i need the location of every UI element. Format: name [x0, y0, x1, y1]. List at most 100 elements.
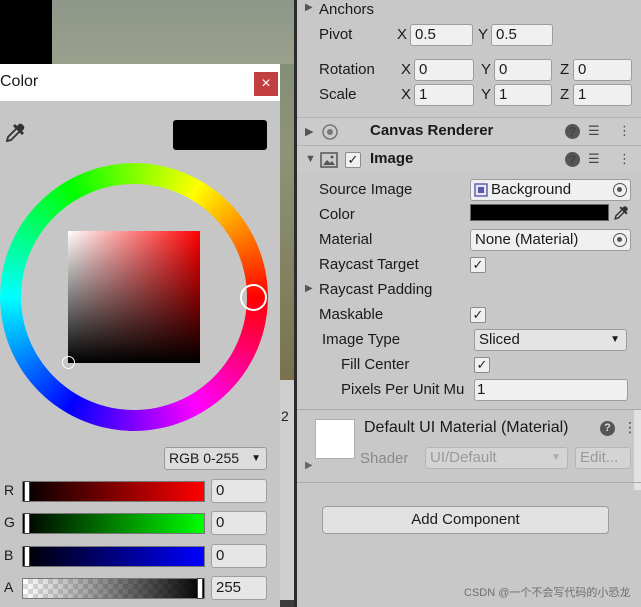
scale-y-axis: Y	[481, 86, 492, 103]
image-enabled-checkbox[interactable]: ✓	[345, 152, 361, 168]
alpha-value-field[interactable]: 255	[211, 576, 267, 600]
channel-label: B	[4, 547, 14, 563]
source-image-label: Source Image	[319, 181, 413, 198]
material-preview-title: Default UI Material (Material)	[364, 419, 569, 436]
eyedropper-icon[interactable]	[4, 122, 26, 144]
chevron-down-icon: ▼	[251, 453, 261, 464]
chevron-down-icon: ▼	[551, 452, 561, 463]
help-icon[interactable]: ?	[600, 421, 615, 436]
pixels-per-unit-field[interactable]: 1	[474, 379, 628, 401]
channel-label: R	[4, 482, 15, 498]
material-preview-thumbnail	[315, 419, 355, 459]
foldout-arrow-icon[interactable]: ▼	[305, 153, 316, 165]
foldout-arrow-icon[interactable]: ▶	[305, 2, 313, 13]
anchors-label[interactable]: Anchors	[319, 1, 374, 18]
preset-icon[interactable]: ☰	[588, 151, 600, 167]
raycast-target-checkbox[interactable]: ✓	[470, 257, 486, 273]
channel-label: G	[4, 514, 15, 530]
object-picker-icon[interactable]	[613, 233, 627, 247]
more-options-icon[interactable]: ⋮	[618, 123, 631, 139]
pivot-x-axis: X	[397, 26, 408, 43]
watermark: CSDN @一个不会写代码的小恐龙	[464, 587, 631, 599]
foldout-arrow-icon[interactable]: ▶	[305, 283, 313, 294]
rotation-y-axis: Y	[481, 61, 492, 78]
scale-z-field[interactable]: 1	[573, 84, 632, 106]
component-title: Canvas Renderer	[370, 122, 494, 139]
raycast-padding-label[interactable]: Raycast Padding	[319, 281, 432, 298]
material-field[interactable]: None (Material)	[470, 229, 631, 251]
rotation-z-axis: Z	[560, 61, 570, 78]
help-icon[interactable]: ?	[565, 152, 580, 167]
maskable-label: Maskable	[319, 306, 384, 323]
chevron-down-icon: ▼	[610, 334, 620, 345]
current-color-swatch	[173, 120, 267, 150]
separator	[297, 482, 641, 483]
image-type-label: Image Type	[322, 331, 401, 348]
image-icon	[320, 152, 338, 168]
color-field[interactable]	[470, 204, 609, 221]
alpha-slider[interactable]	[22, 578, 205, 599]
channel-row-a: A 255	[0, 576, 280, 600]
color-picker-window: Color × RGB 0-255 ▼ R 0 G 0 B 0 A 255	[0, 64, 280, 607]
shader-value: UI/Default	[430, 449, 497, 466]
scale-z-axis: Z	[560, 86, 570, 103]
add-component-button[interactable]: Add Component	[322, 506, 609, 534]
shader-edit-button: Edit...	[575, 447, 631, 469]
eye-icon	[322, 124, 338, 140]
underlying-panel-text: 2	[281, 408, 289, 424]
sprite-icon	[474, 183, 488, 197]
source-image-value: Background	[491, 181, 572, 198]
eyedropper-icon[interactable]	[613, 205, 629, 221]
shader-select: UI/Default ▼	[425, 447, 568, 469]
rotation-x-field[interactable]: 0	[414, 59, 474, 81]
help-icon[interactable]: ?	[565, 124, 580, 139]
canvas-renderer-header[interactable]: ▶ Canvas Renderer ? ☰ ⋮	[297, 117, 641, 145]
slider-handle[interactable]	[197, 578, 203, 599]
rotation-z-field[interactable]: 0	[573, 59, 632, 81]
slider-handle[interactable]	[24, 546, 30, 567]
maskable-checkbox[interactable]: ✓	[470, 307, 486, 323]
channel-row-b: B 0	[0, 544, 280, 568]
inspector-panel: ▶ Anchors Pivot X 0.5 Y 0.5 Rotation X 0…	[297, 0, 641, 607]
material-label: Material	[319, 231, 373, 248]
object-picker-icon[interactable]	[613, 183, 627, 197]
rotation-x-axis: X	[401, 61, 412, 78]
rotation-y-field[interactable]: 0	[494, 59, 552, 81]
more-options-icon[interactable]: ⋮	[618, 151, 631, 167]
green-value-field[interactable]: 0	[211, 511, 267, 535]
separator	[297, 409, 641, 410]
pivot-x-field[interactable]: 0.5	[410, 24, 473, 46]
color-picker-titlebar[interactable]: Color ×	[0, 64, 280, 101]
blue-slider[interactable]	[22, 546, 205, 567]
color-mode-value: RGB 0-255	[169, 450, 240, 466]
scale-y-field[interactable]: 1	[494, 84, 552, 106]
scrollbar-track[interactable]	[634, 410, 641, 490]
foldout-arrow-icon[interactable]: ▶	[305, 125, 313, 138]
close-button[interactable]: ×	[254, 72, 278, 96]
channel-row-g: G 0	[0, 511, 280, 535]
green-slider[interactable]	[22, 513, 205, 534]
rotation-label: Rotation	[319, 61, 375, 78]
slider-handle[interactable]	[24, 481, 30, 502]
color-mode-select[interactable]: RGB 0-255 ▼	[164, 447, 267, 470]
blue-value-field[interactable]: 0	[211, 544, 267, 568]
image-component-header[interactable]: ▼ ✓ Image ? ☰ ⋮	[297, 145, 641, 173]
image-type-select[interactable]: Sliced ▼	[474, 329, 627, 351]
red-slider[interactable]	[22, 481, 205, 502]
scene-black-block	[0, 0, 52, 64]
preset-icon[interactable]: ☰	[588, 123, 600, 139]
scale-x-field[interactable]: 1	[414, 84, 474, 106]
slider-handle[interactable]	[24, 513, 30, 534]
source-image-field[interactable]: Background	[470, 179, 631, 201]
fill-center-label: Fill Center	[341, 356, 410, 373]
material-value: None (Material)	[475, 231, 579, 248]
sv-cursor[interactable]	[62, 356, 75, 369]
foldout-arrow-icon[interactable]: ▶	[305, 460, 313, 471]
fill-center-checkbox[interactable]: ✓	[474, 357, 490, 373]
image-type-value: Sliced	[479, 331, 520, 348]
red-value-field[interactable]: 0	[211, 479, 267, 503]
pivot-y-field[interactable]: 0.5	[491, 24, 553, 46]
hue-cursor[interactable]	[240, 284, 267, 311]
scale-label: Scale	[319, 86, 357, 103]
saturation-value-square[interactable]	[68, 231, 200, 363]
